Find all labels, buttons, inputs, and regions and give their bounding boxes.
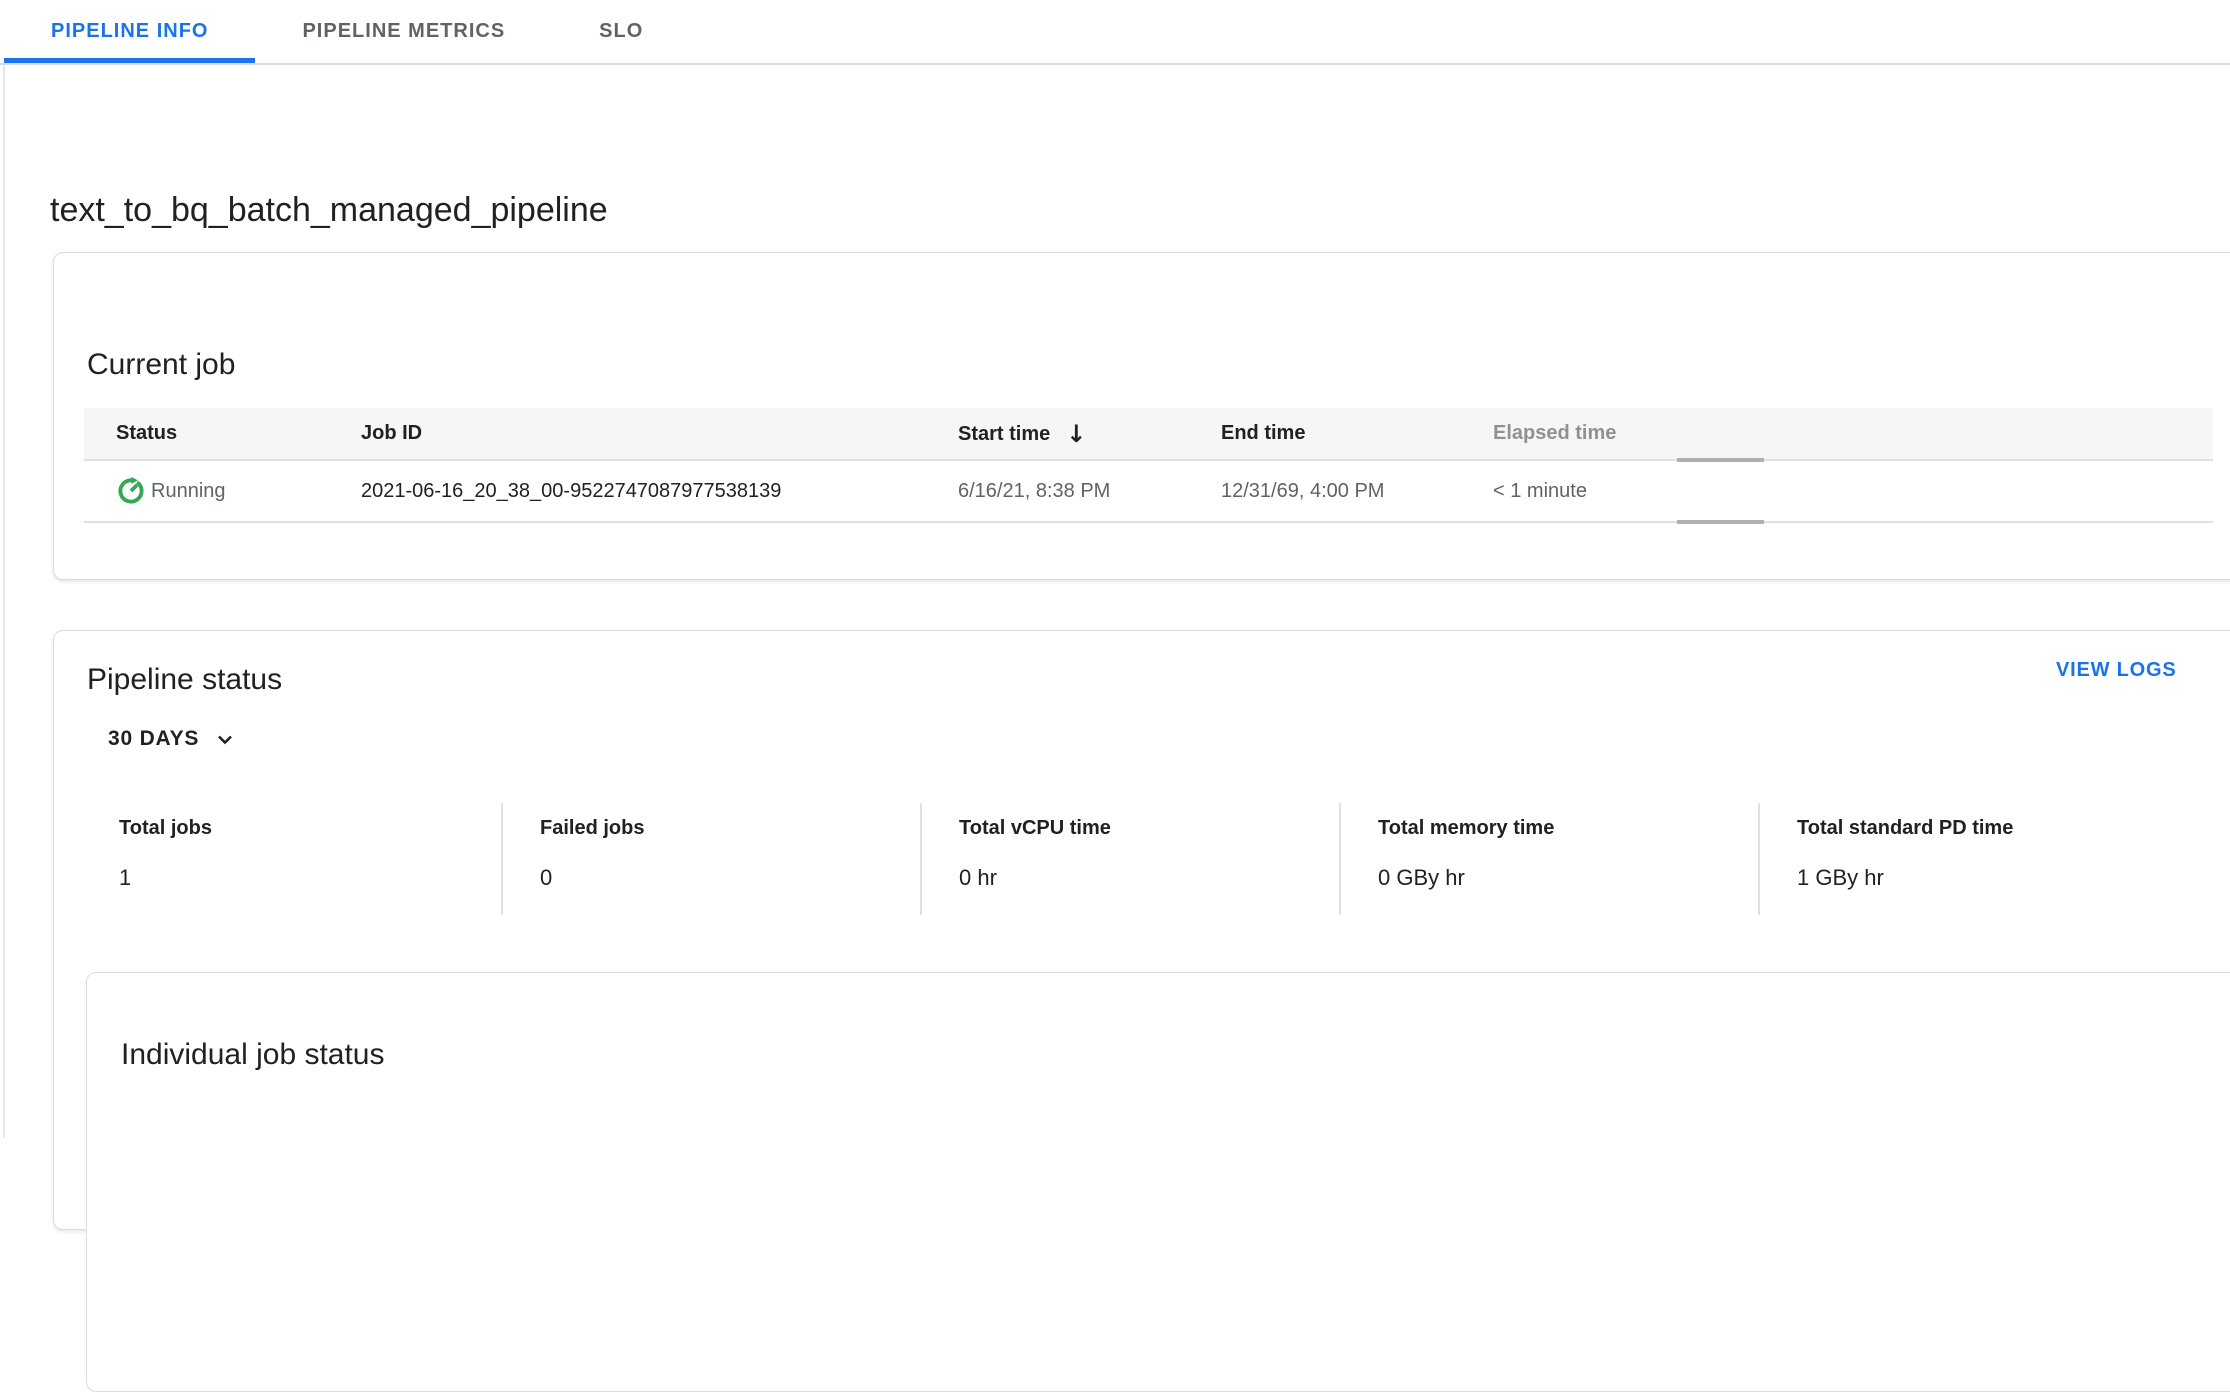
content-left-divider — [3, 0, 5, 1138]
stat-total-standard-pd-time: Total standard PD time 1 GBy hr — [1758, 803, 2177, 915]
stat-label: Failed jobs — [540, 817, 920, 840]
view-logs-button[interactable]: VIEW LOGS — [2056, 659, 2177, 682]
table-header-divider — [84, 459, 2213, 461]
stat-value: 1 — [119, 865, 501, 891]
page-title: text_to_bq_batch_managed_pipeline — [50, 190, 608, 230]
col-header-start-time[interactable]: Start time ↓ — [958, 420, 1221, 448]
stat-label: Total vCPU time — [959, 817, 1339, 840]
pipeline-stats-row: Total jobs 1 Failed jobs 0 Total vCPU ti… — [82, 803, 2177, 915]
running-status-icon — [116, 476, 146, 506]
job-elapsed-time-cell: < 1 minute — [1493, 480, 2213, 503]
pipeline-status-card: Pipeline status VIEW LOGS 30 DAYS Total … — [53, 630, 2230, 1230]
start-time-label: Start time — [958, 423, 1050, 445]
col-header-end-time[interactable]: End time — [1221, 422, 1493, 445]
pipeline-status-title: Pipeline status — [87, 661, 282, 699]
stat-failed-jobs: Failed jobs 0 — [501, 803, 920, 915]
stat-value: 1 GBy hr — [1797, 865, 2177, 891]
tab-pipeline-info[interactable]: PIPELINE INFO — [4, 0, 255, 63]
current-job-card: Current job Status Job ID Start time ↓ En… — [53, 252, 2230, 580]
individual-job-status-title: Individual job status — [87, 973, 2230, 1073]
time-range-dropdown[interactable]: 30 DAYS — [108, 727, 237, 751]
stat-label: Total standard PD time — [1797, 817, 2177, 840]
current-job-table-header: Status Job ID Start time ↓ End time Elaps… — [84, 408, 2213, 459]
stat-total-vcpu-time: Total vCPU time 0 hr — [920, 803, 1339, 915]
col-header-job-id[interactable]: Job ID — [361, 422, 958, 445]
stat-label: Total jobs — [119, 817, 501, 840]
table-row[interactable]: Running 2021-06-16_20_38_00-952274708797… — [84, 461, 2213, 521]
col-header-elapsed-time[interactable]: Elapsed time — [1493, 422, 2213, 445]
time-range-value: 30 DAYS — [108, 727, 199, 751]
chevron-down-icon — [213, 727, 237, 751]
table-header-divider-segment — [1677, 458, 1764, 462]
table-row-divider-segment — [1677, 520, 1764, 524]
stat-value: 0 GBy hr — [1378, 865, 1758, 891]
stat-label: Total memory time — [1378, 817, 1758, 840]
job-start-time-cell: 6/16/21, 8:38 PM — [958, 480, 1221, 503]
job-id-cell: 2021-06-16_20_38_00-9522747087977538139 — [361, 480, 958, 503]
sort-descending-icon[interactable]: ↓ — [1066, 420, 1086, 448]
stat-total-jobs: Total jobs 1 — [82, 803, 501, 915]
table-row-divider — [84, 521, 2213, 523]
job-end-time-cell: 12/31/69, 4:00 PM — [1221, 480, 1493, 503]
tab-slo[interactable]: SLO — [552, 0, 690, 63]
stat-value: 0 hr — [959, 865, 1339, 891]
tab-pipeline-metrics[interactable]: PIPELINE METRICS — [255, 0, 552, 63]
individual-job-status-card: Individual job status — [86, 972, 2230, 1392]
current-job-title: Current job — [54, 253, 2230, 383]
current-job-table: Status Job ID Start time ↓ End time Elaps… — [84, 408, 2213, 523]
stat-total-memory-time: Total memory time 0 GBy hr — [1339, 803, 1758, 915]
job-status-text: Running — [151, 480, 226, 503]
pipeline-tabbar: PIPELINE INFO PIPELINE METRICS SLO — [0, 0, 2230, 65]
col-header-status[interactable]: Status — [84, 422, 361, 445]
job-status-cell: Running — [84, 476, 361, 506]
stat-value: 0 — [540, 865, 920, 891]
